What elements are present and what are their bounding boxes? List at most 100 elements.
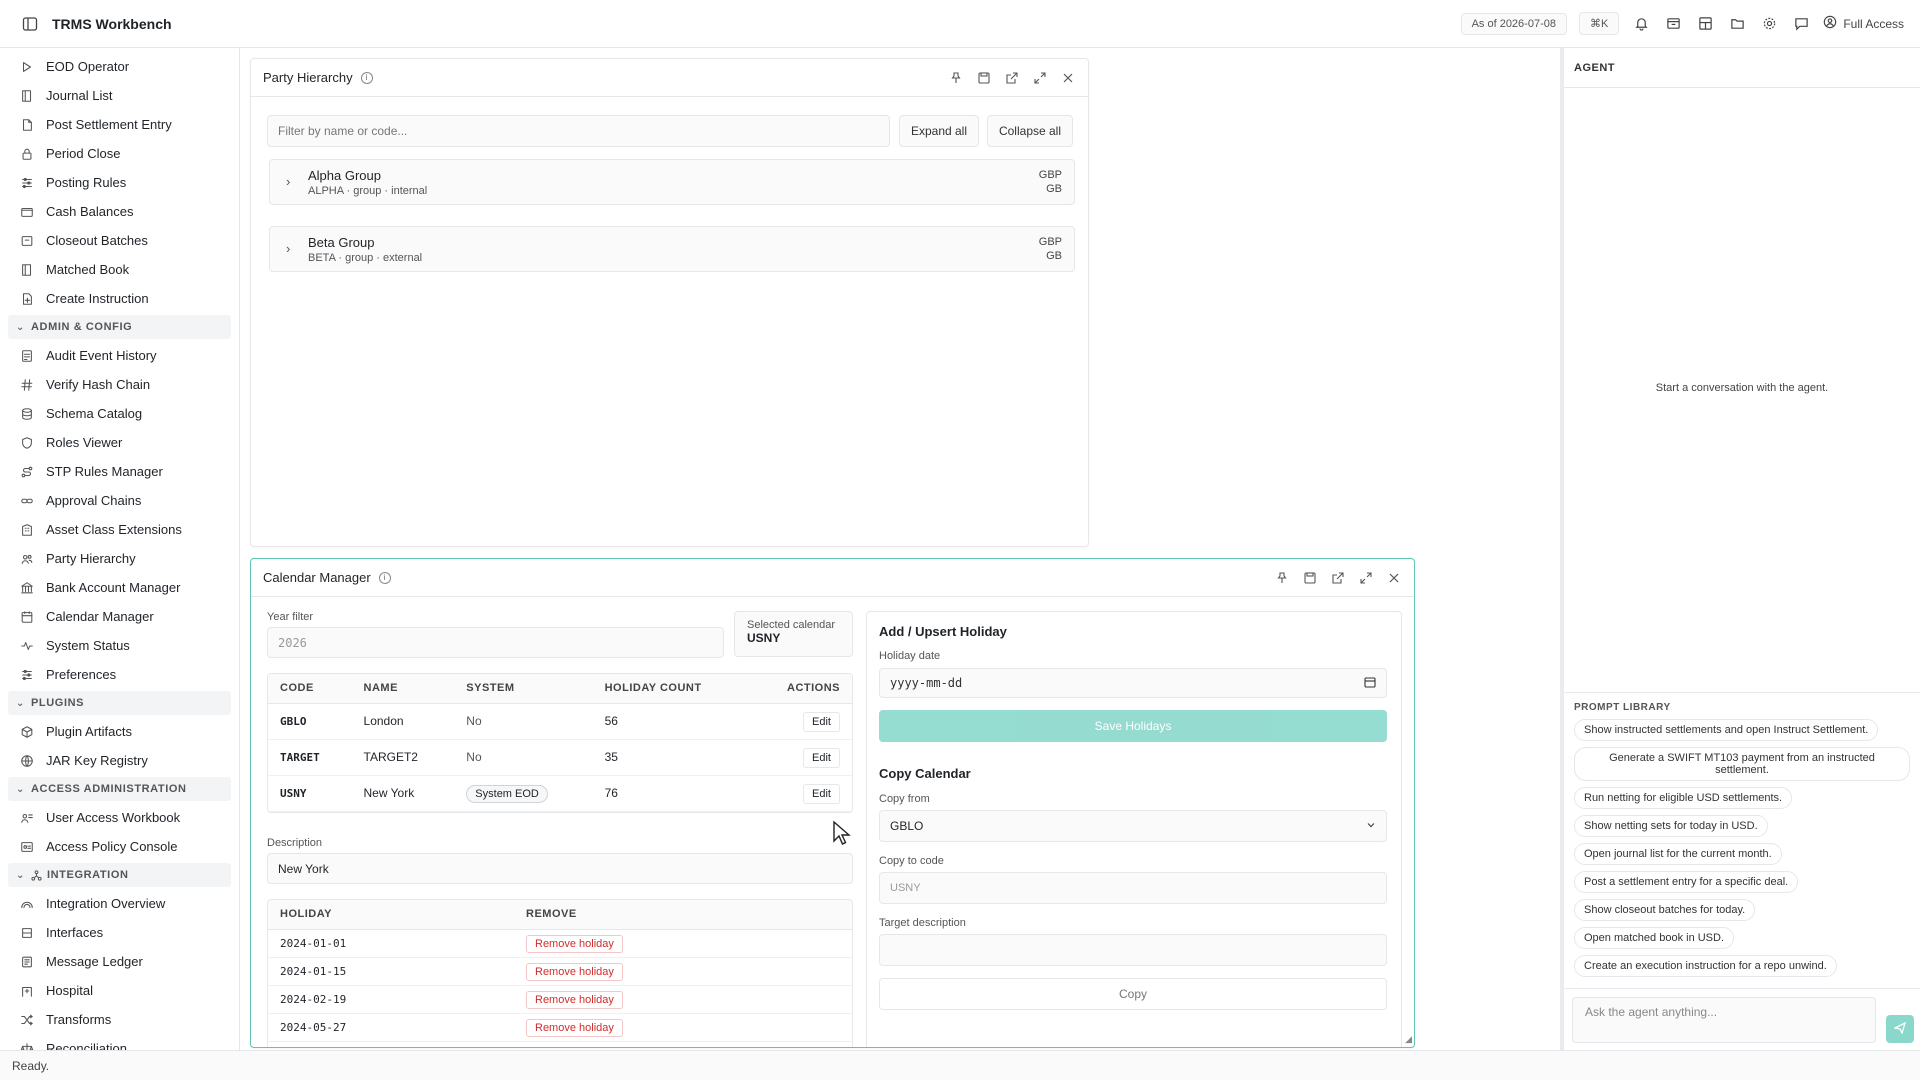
sidebar-item-integration-overview[interactable]: Integration Overview	[8, 889, 231, 918]
sidebar-item-asset-class-extensions[interactable]: Asset Class Extensions	[8, 515, 231, 544]
sidebar-item-roles-viewer[interactable]: Roles Viewer	[8, 428, 231, 457]
sidebar-item-message-ledger[interactable]: Message Ledger	[8, 947, 231, 976]
prompt-chip[interactable]: Open matched book in USD.	[1574, 927, 1735, 949]
sidebar-item-matched-book[interactable]: Matched Book	[8, 255, 231, 284]
archive-icon[interactable]	[1663, 14, 1683, 34]
table-row[interactable]: TARGET TARGET2 No 35 Edit	[268, 739, 852, 776]
external-link-icon[interactable]	[1330, 570, 1346, 586]
sidebar-item-plugin-artifacts[interactable]: Plugin Artifacts	[8, 717, 231, 746]
agent-input[interactable]: Ask the agent anything...	[1572, 997, 1876, 1043]
prompt-chip[interactable]: Generate a SWIFT MT103 payment from an i…	[1574, 747, 1910, 781]
sidebar-item-schema-catalog[interactable]: Schema Catalog	[8, 399, 231, 428]
folder-icon[interactable]	[1727, 14, 1747, 34]
sidebar-section-access[interactable]: ⌄ ACCESS ADMINISTRATION	[8, 777, 231, 801]
sidebar-item-jar-key-registry[interactable]: JAR Key Registry	[8, 746, 231, 775]
external-link-icon[interactable]	[1004, 70, 1020, 86]
remove-holiday-button[interactable]: Remove holiday	[526, 935, 623, 953]
sidebar-item-closeout-batches[interactable]: Closeout Batches	[8, 226, 231, 255]
bell-icon[interactable]	[1631, 14, 1651, 34]
prompt-chip[interactable]: Create an execution instruction for a re…	[1574, 955, 1837, 977]
pin-icon[interactable]	[1274, 570, 1290, 586]
calendar-icon[interactable]	[1364, 676, 1376, 691]
sidebar-item-post-settlement-entry[interactable]: Post Settlement Entry	[8, 110, 231, 139]
copy-from-select[interactable]: GBLO	[879, 810, 1387, 842]
maximize-icon[interactable]	[1358, 570, 1374, 586]
info-icon[interactable]: i	[378, 571, 391, 584]
prompt-chip[interactable]: Open journal list for the current month.	[1574, 843, 1782, 865]
sidebar-item-calendar-manager[interactable]: Calendar Manager	[8, 602, 231, 631]
sidebar-item-verify-hash-chain[interactable]: Verify Hash Chain	[8, 370, 231, 399]
prompt-chip[interactable]: Show closeout batches for today.	[1574, 899, 1756, 921]
party-filter-input[interactable]: Filter by name or code...	[267, 115, 890, 147]
table-row[interactable]: USNY New York System EOD 76 Edit	[268, 775, 852, 812]
col-code[interactable]: CODE	[268, 674, 352, 704]
chevron-right-icon[interactable]: ›	[286, 174, 290, 189]
as-of-date[interactable]: As of 2026-07-08	[1460, 12, 1567, 35]
pin-icon[interactable]	[948, 70, 964, 86]
sidebar-item-preferences[interactable]: Preferences	[8, 660, 231, 689]
copy-button[interactable]: Copy	[879, 978, 1387, 1010]
prompt-chip[interactable]: Post a settlement entry for a specific d…	[1574, 871, 1799, 893]
chat-icon[interactable]	[1791, 14, 1811, 34]
sidebar-item-access-policy-console[interactable]: Access Policy Console	[8, 832, 231, 861]
sidebar-item-system-status[interactable]: System Status	[8, 631, 231, 660]
sidebar-item-stp-rules-manager[interactable]: STP Rules Manager	[8, 457, 231, 486]
table-row[interactable]: GBLO London No 56 Edit	[268, 703, 852, 740]
sidebar-section-integration[interactable]: ⌄ INTEGRATION	[8, 863, 231, 887]
prompt-chip[interactable]: Show netting sets for today in USD.	[1574, 815, 1768, 837]
sidebar-item-audit-event-history[interactable]: Audit Event History	[8, 341, 231, 370]
sidebar-item-hospital[interactable]: Hospital	[8, 976, 231, 1005]
copy-to-input[interactable]: USNY	[879, 872, 1387, 904]
layout-icon[interactable]	[1695, 14, 1715, 34]
gear-icon[interactable]	[1759, 14, 1779, 34]
info-icon[interactable]: i	[360, 71, 373, 84]
close-icon[interactable]	[1386, 570, 1402, 586]
edit-button[interactable]: Edit	[803, 748, 840, 768]
sidebar-item-reconciliation[interactable]: Reconciliation	[8, 1034, 231, 1050]
send-button[interactable]	[1886, 1015, 1914, 1043]
save-holidays-button[interactable]: Save Holidays	[879, 710, 1387, 742]
sidebar-item-transforms[interactable]: Transforms	[8, 1005, 231, 1034]
close-icon[interactable]	[1060, 70, 1076, 86]
sidebar-item-cash-balances[interactable]: Cash Balances	[8, 197, 231, 226]
target-description-input[interactable]	[879, 934, 1387, 966]
remove-holiday-button[interactable]: Remove holiday	[526, 991, 623, 1009]
edit-button[interactable]: Edit	[803, 712, 840, 732]
sidebar-item-journal-list[interactable]: Journal List	[8, 81, 231, 110]
col-holiday[interactable]: HOLIDAY	[268, 900, 514, 930]
prompt-chip[interactable]: Run netting for eligible USD settlements…	[1574, 787, 1793, 809]
remove-holiday-button[interactable]: Remove holiday	[526, 1019, 623, 1037]
edit-button[interactable]: Edit	[803, 784, 840, 804]
remove-holiday-button[interactable]: Remove holiday	[526, 963, 623, 981]
sidebar-item-period-close[interactable]: Period Close	[8, 139, 231, 168]
command-palette-button[interactable]: ⌘K	[1578, 12, 1620, 35]
sidebar-item-party-hierarchy[interactable]: Party Hierarchy	[8, 544, 231, 573]
sidebar-toggle-icon[interactable]	[20, 14, 40, 34]
party-row[interactable]: › Beta Group BETA · group · external GBP…	[269, 226, 1075, 272]
sidebar-item-create-instruction[interactable]: Create Instruction	[8, 284, 231, 313]
col-name[interactable]: NAME	[351, 674, 455, 704]
sidebar-item-user-access-workbook[interactable]: User Access Workbook	[8, 803, 231, 832]
save-icon[interactable]	[1302, 570, 1318, 586]
sidebar-item-approval-chains[interactable]: Approval Chains	[8, 486, 231, 515]
sidebar-item-bank-account-manager[interactable]: Bank Account Manager	[8, 573, 231, 602]
resize-handle-icon[interactable]: ◢	[1405, 1034, 1412, 1045]
chevron-right-icon[interactable]: ›	[286, 241, 290, 256]
expand-all-button[interactable]: Expand all	[899, 115, 979, 147]
collapse-all-button[interactable]: Collapse all	[987, 115, 1073, 147]
party-row[interactable]: › Alpha Group ALPHA · group · internal G…	[269, 159, 1075, 205]
year-filter-input[interactable]: 2026	[267, 627, 724, 658]
prompt-chip[interactable]: Show instructed settlements and open Ins…	[1574, 719, 1879, 741]
sidebar-item-interfaces[interactable]: Interfaces	[8, 918, 231, 947]
col-system[interactable]: SYSTEM	[454, 674, 593, 704]
sidebar-item-posting-rules[interactable]: Posting Rules	[8, 168, 231, 197]
sidebar-section-admin[interactable]: ⌄ ADMIN & CONFIG	[8, 315, 231, 339]
remove-holiday-button[interactable]: Remove holiday	[526, 1047, 623, 1048]
description-input[interactable]: New York	[267, 853, 853, 884]
sidebar-section-plugins[interactable]: ⌄ PLUGINS	[8, 691, 231, 715]
save-icon[interactable]	[976, 70, 992, 86]
col-holiday-count[interactable]: HOLIDAY COUNT	[592, 674, 752, 704]
holiday-date-input[interactable]: yyyy-mm-dd	[879, 668, 1387, 698]
access-badge[interactable]: Full Access	[1823, 15, 1904, 32]
maximize-icon[interactable]	[1032, 70, 1048, 86]
